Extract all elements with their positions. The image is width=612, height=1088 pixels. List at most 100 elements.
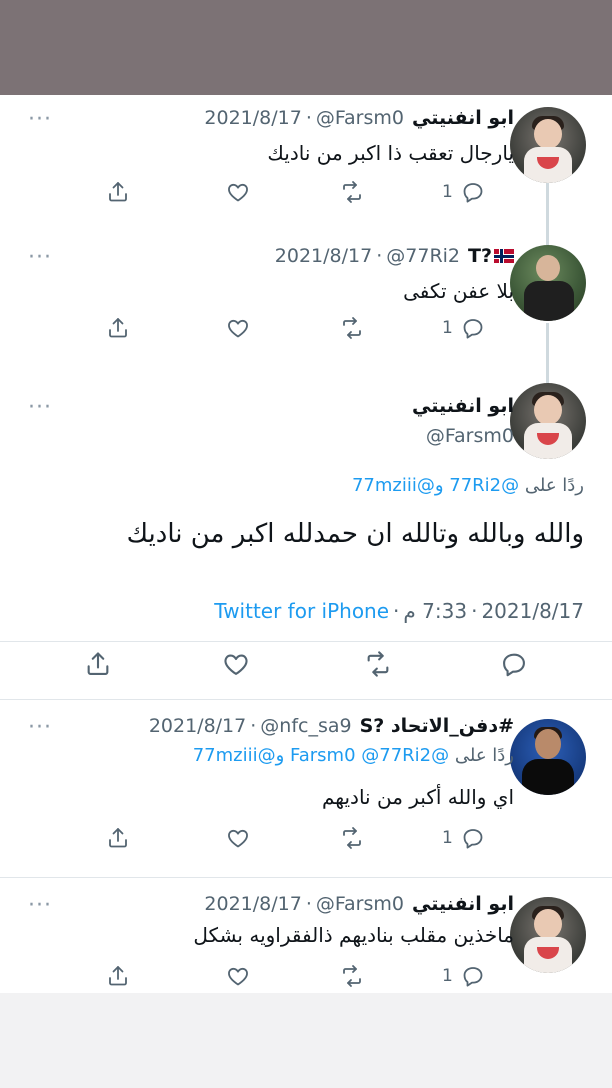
user-handle[interactable]: @Farsm0 [316, 107, 404, 129]
reply-icon [503, 653, 525, 677]
reply-icon [463, 829, 483, 849]
share-button[interactable] [106, 823, 130, 853]
tweet-2[interactable]: T? @77Ri2 · 2021/8/17 ··· بلا عفن تكفى 1 [0, 233, 612, 361]
tweet-date[interactable]: 2021/8/17 [275, 245, 372, 267]
retweet-icon [343, 317, 361, 339]
share-button[interactable] [84, 649, 112, 679]
main-tweet[interactable]: ابو انفنيتي @Farsm0 ··· ردًا على @77Ri2 … [0, 373, 612, 699]
main-tweet-actions [0, 649, 612, 679]
reply-to-mentions[interactable]: @Farsm0 @77Ri2 و@77mziii [193, 745, 449, 766]
reply-icon [463, 967, 483, 987]
reply-to-mentions[interactable]: @77Ri2 و@77mziii [352, 475, 519, 496]
like-button[interactable] [226, 313, 250, 343]
tweet-date[interactable]: 2021/8/17 [149, 715, 246, 737]
more-options-icon[interactable]: ··· [28, 397, 52, 419]
retweet-button[interactable] [340, 177, 364, 207]
more-options-icon[interactable]: ··· [28, 109, 52, 131]
share-button[interactable] [106, 961, 130, 991]
separator: · [250, 715, 257, 737]
share-icon [109, 828, 127, 848]
like-button[interactable] [226, 177, 250, 207]
reply-button[interactable]: 1 [442, 177, 485, 207]
user-handle[interactable]: @77Ri2 [386, 245, 460, 267]
divider [0, 641, 612, 642]
tweet-actions: 1 [0, 177, 612, 207]
retweet-button[interactable] [364, 649, 392, 679]
tweet-actions: 1 [0, 823, 612, 853]
user-handle[interactable]: @Farsm0 [426, 425, 514, 447]
share-button[interactable] [106, 313, 130, 343]
avatar-head [535, 729, 561, 759]
reply-button[interactable]: 1 [442, 313, 485, 343]
share-icon [109, 966, 127, 986]
tweet-1[interactable]: ابو انفنيتي @Farsm0 · 2021/8/17 ··· يارج… [0, 95, 612, 225]
user-handle[interactable]: @Farsm0 [316, 893, 404, 915]
status-bar-overlay [0, 0, 612, 95]
reply-icon [463, 319, 483, 339]
tweet-header: ابو انفنيتي @Farsm0 · 2021/8/17 [204, 105, 514, 131]
like-button[interactable] [226, 961, 250, 991]
heart-icon [228, 829, 248, 848]
divider [0, 699, 612, 700]
more-options-icon[interactable]: ··· [28, 247, 52, 269]
tweet-4[interactable]: ابو انفنيتي @Farsm0 · 2021/8/17 ··· ماخذ… [0, 885, 612, 993]
retweet-button[interactable] [340, 313, 364, 343]
tweet-3[interactable]: #دفن_الاتحاد ?S @nfc_sa9 · 2021/8/17 ···… [0, 707, 612, 877]
separator: · [305, 893, 312, 915]
retweet-button[interactable] [340, 961, 364, 991]
divider [0, 877, 612, 878]
display-name[interactable]: T? [468, 245, 492, 267]
display-name[interactable]: ابو انفنيتي [412, 893, 514, 915]
tweet-header: ابو انفنيتي @Farsm0 · 2021/8/17 [204, 891, 514, 917]
reply-count: 1 [442, 966, 453, 986]
avatar-head [536, 255, 560, 281]
like-button[interactable] [222, 649, 250, 679]
separator: · [471, 599, 478, 623]
heart-icon [228, 967, 248, 986]
tweet-thread-panel: ابو انفنيتي @Farsm0 · 2021/8/17 ··· يارج… [0, 95, 612, 993]
share-icon [87, 652, 109, 675]
reply-to-prefix: ردًا على [454, 745, 514, 766]
avatar-body [522, 759, 574, 795]
avatar[interactable] [510, 383, 586, 459]
heart-icon [228, 319, 248, 338]
main-tweet-handle: @Farsm0 [426, 423, 514, 449]
separator: · [393, 599, 400, 623]
reply-to-prefix: ردًا على [524, 475, 584, 496]
tweet-actions: 1 [0, 961, 612, 991]
main-tweet-text: والله وبالله وتالله ان حمدلله اكبر من نا… [126, 519, 584, 549]
retweet-button[interactable] [340, 823, 364, 853]
tweet-date[interactable]: 2021/8/17 [481, 599, 584, 623]
tweet-time[interactable]: 7:33 م [403, 599, 467, 623]
reply-to-line: ردًا على @77Ri2 و@77mziii [352, 475, 584, 496]
tweet-date[interactable]: 2021/8/17 [204, 893, 301, 915]
display-name[interactable]: ابو انفنيتي [412, 107, 514, 129]
reply-count: 1 [442, 828, 453, 848]
reply-button[interactable]: 1 [442, 823, 485, 853]
more-options-icon[interactable]: ··· [28, 717, 52, 739]
heart-icon [224, 654, 248, 675]
retweet-icon [343, 181, 361, 203]
more-options-icon[interactable]: ··· [28, 895, 52, 917]
display-name[interactable]: ابو انفنيتي [412, 395, 514, 417]
retweet-icon [367, 651, 389, 677]
reply-button[interactable] [500, 649, 528, 679]
bottom-background [0, 993, 612, 1088]
tweet-date[interactable]: 2021/8/17 [204, 107, 301, 129]
display-name[interactable]: #دفن_الاتحاد ?S [360, 715, 514, 737]
tweet-actions: 1 [0, 313, 612, 343]
reply-button[interactable]: 1 [442, 961, 485, 991]
reply-count: 1 [442, 182, 453, 202]
avatar[interactable] [510, 107, 586, 183]
avatar[interactable] [510, 719, 586, 795]
tweet-text: ماخذين مقلب بناديهم ذالفقراويه بشكل [193, 923, 514, 947]
tweet-source[interactable]: Twitter for iPhone [214, 599, 389, 623]
tweet-text: اي والله أكبر من ناديهم [321, 785, 514, 809]
share-button[interactable] [106, 177, 130, 207]
avatar-face [534, 909, 562, 939]
like-button[interactable] [226, 823, 250, 853]
user-handle[interactable]: @nfc_sa9 [260, 715, 351, 737]
avatar[interactable] [510, 245, 586, 321]
tweet-meta: Twitter for iPhone · 7:33 م · 2021/8/17 [214, 599, 584, 623]
tweet-text: يارجال تعقب ذا اكبر من ناديك [267, 141, 514, 165]
